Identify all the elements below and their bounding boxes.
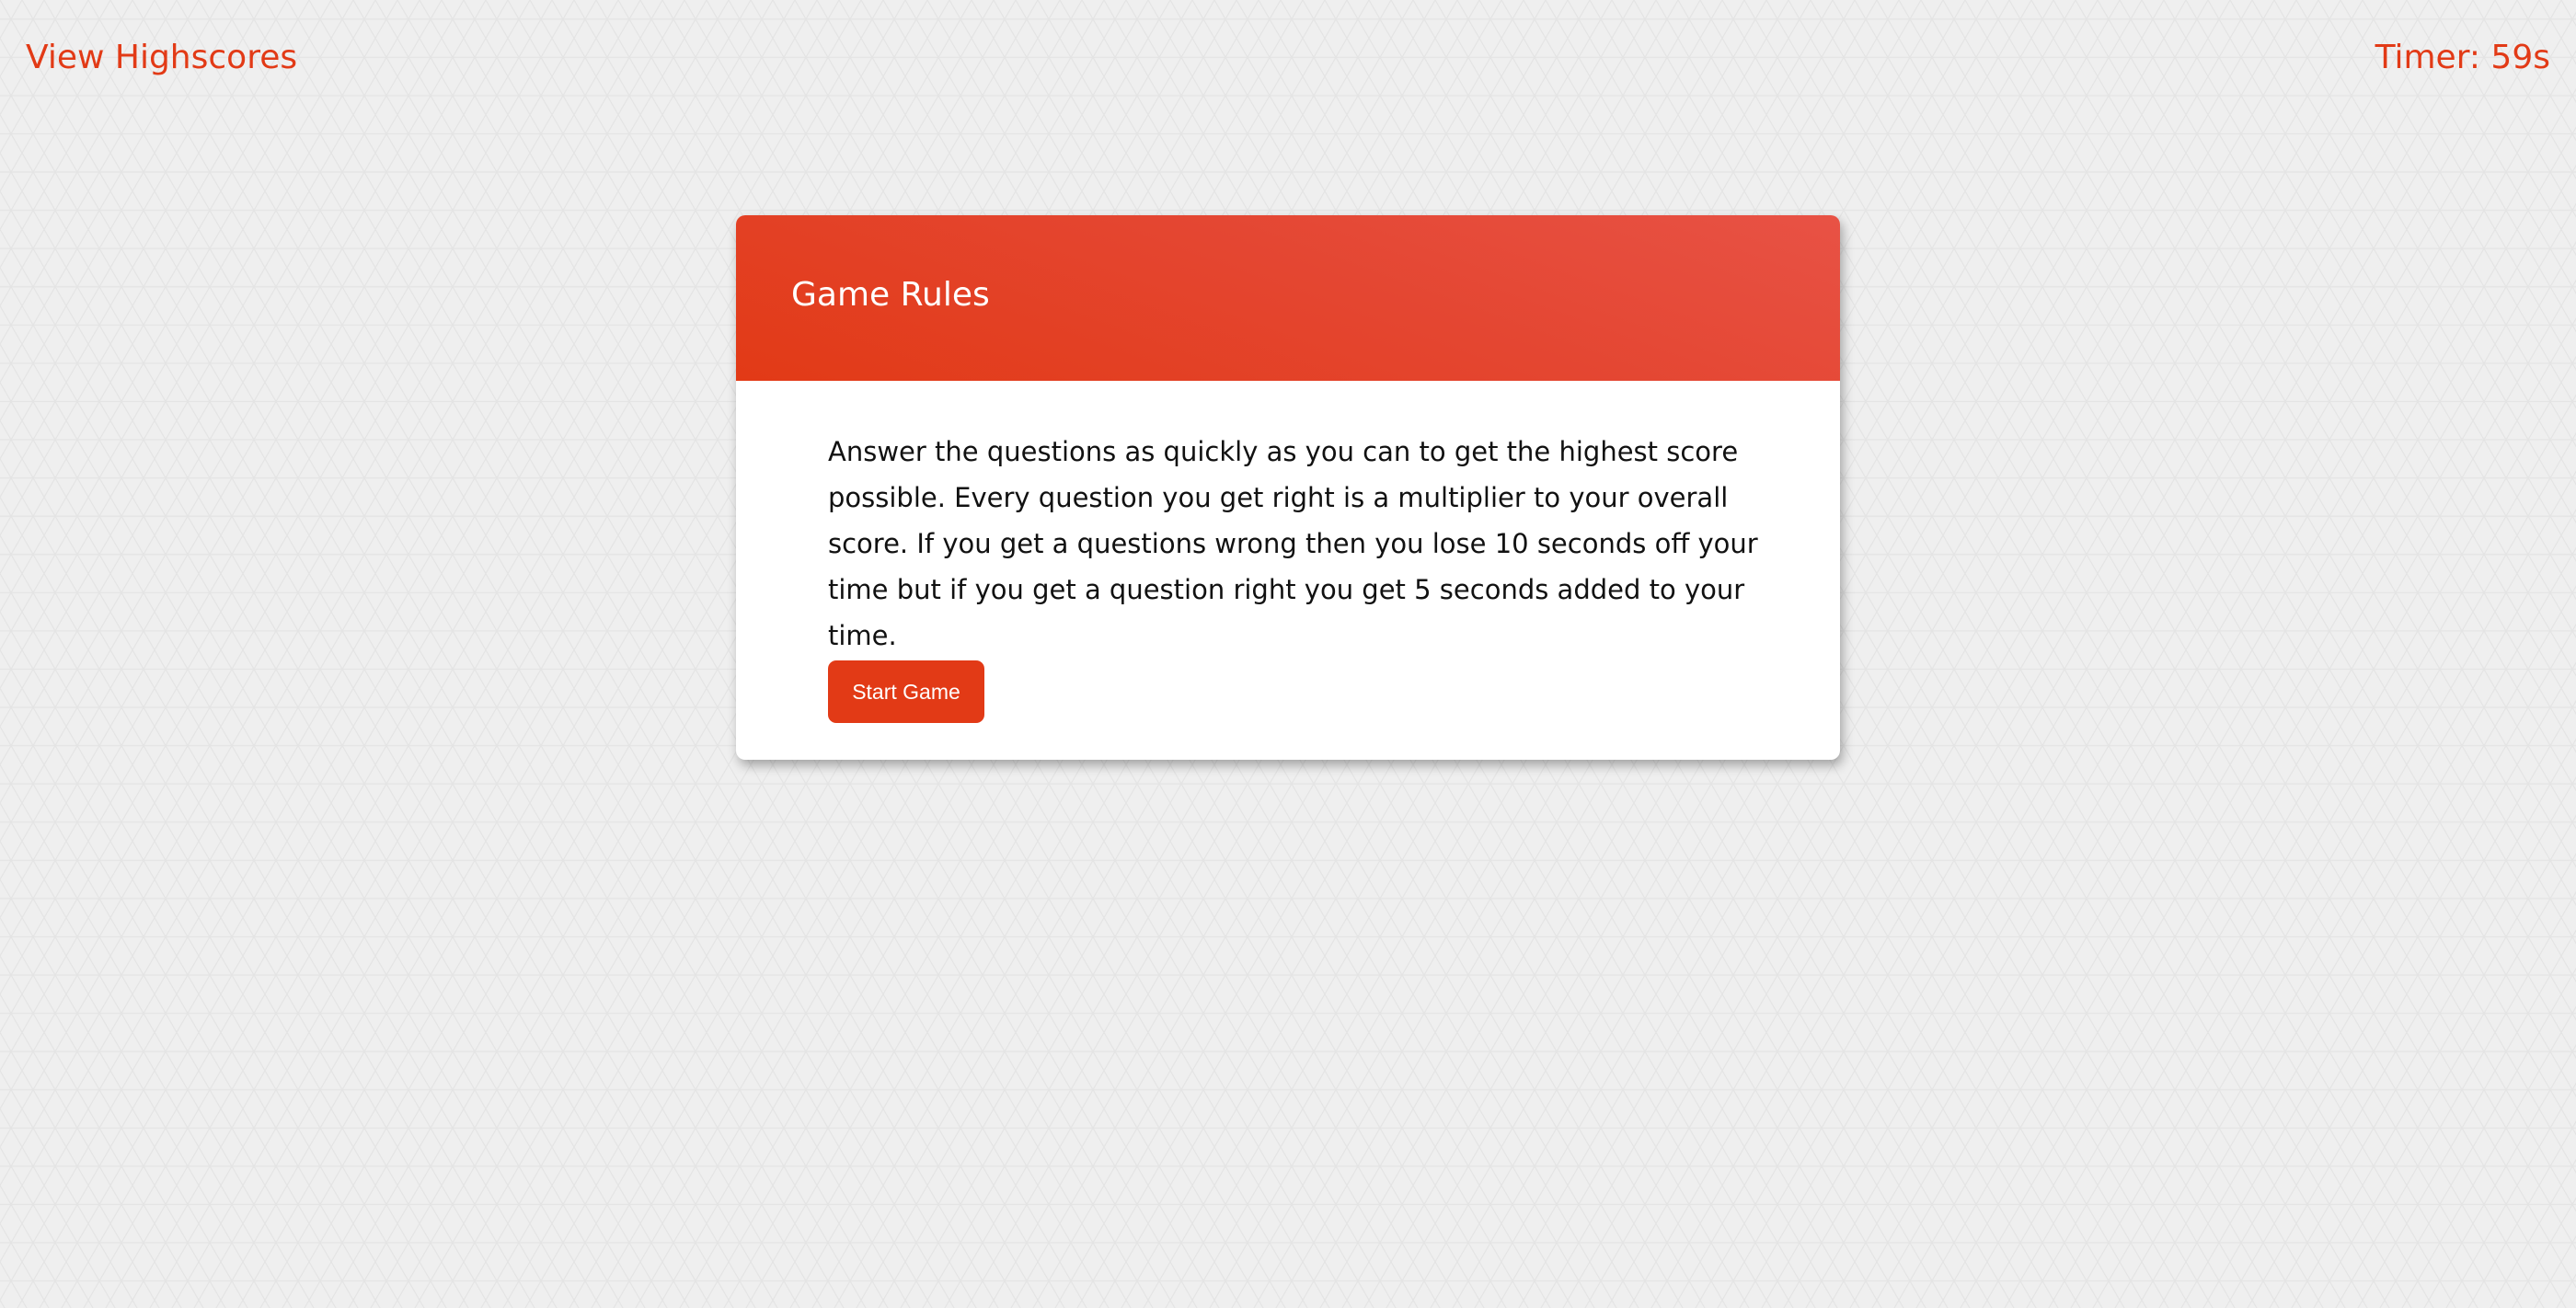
timer-display: Timer: 59s (2375, 39, 2550, 76)
card-header: Game Rules (736, 215, 1840, 381)
game-rules-card: Game Rules Answer the questions as quick… (736, 215, 1840, 760)
top-bar: View Highscores Timer: 59s (0, 0, 2576, 120)
card-body: Answer the questions as quickly as you c… (828, 429, 1803, 659)
start-game-button[interactable]: Start Game (828, 660, 984, 723)
card-title: Game Rules (791, 276, 990, 314)
view-highscores-link[interactable]: View Highscores (26, 35, 297, 81)
rules-text: Answer the questions as quickly as you c… (828, 436, 1758, 651)
